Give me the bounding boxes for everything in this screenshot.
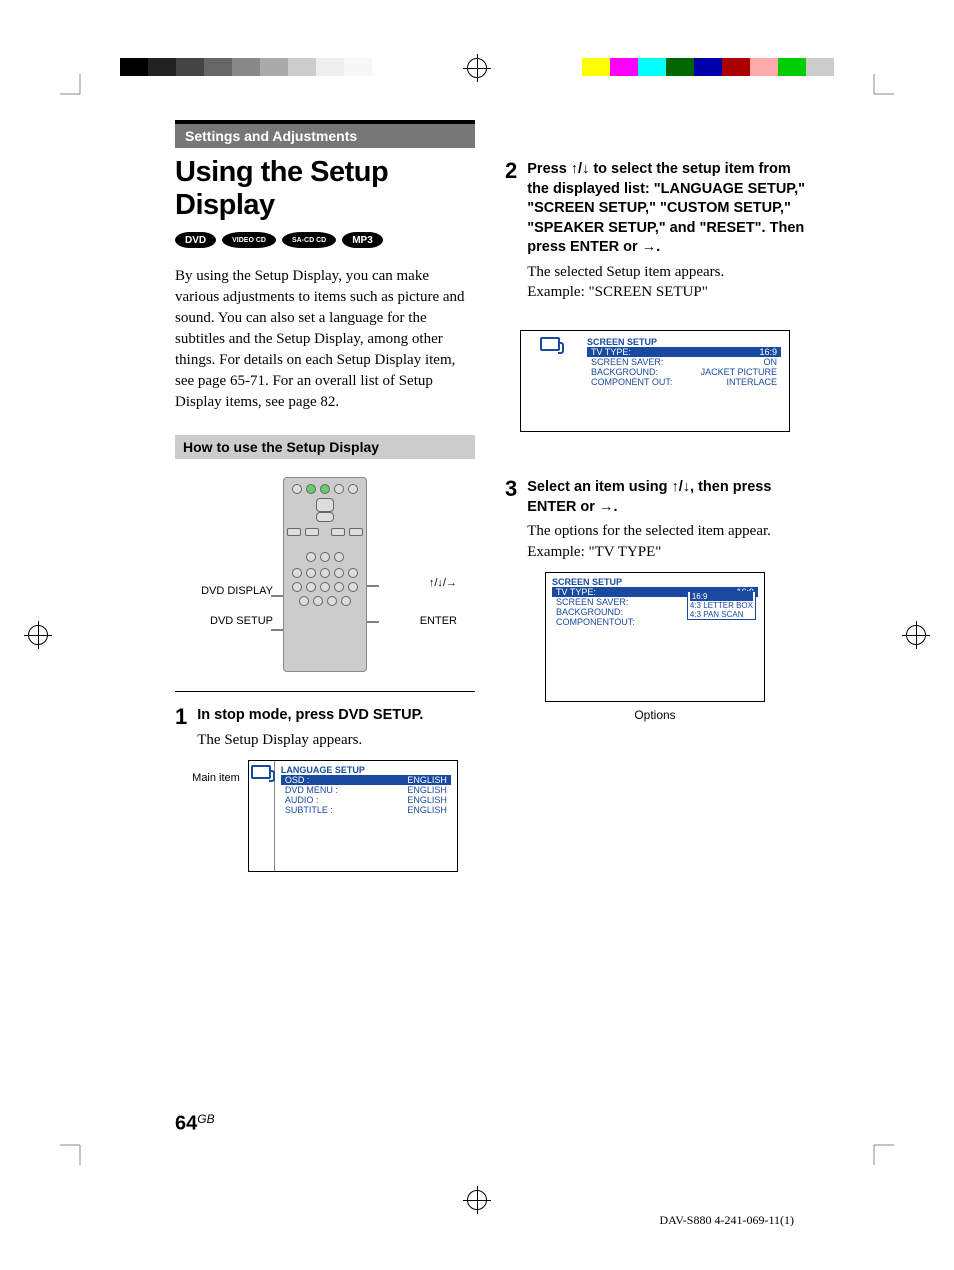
- page-number: 64GB: [175, 1112, 215, 1135]
- remote-label-enter: ENTER: [420, 615, 457, 627]
- badge-dvd: DVD: [175, 232, 216, 248]
- tv-icon: [540, 337, 560, 351]
- osd-side-label: Main item: [192, 760, 240, 785]
- osd-row: AUDIO :ENGLISH: [281, 795, 451, 805]
- osd-row: DVD MENU :ENGLISH: [281, 785, 451, 795]
- badge-videocd: VIDEO CD: [222, 232, 276, 248]
- registration-mark-bottom: [467, 1190, 487, 1210]
- page-title: Using the Setup Display: [175, 156, 475, 222]
- osd-row: COMPONENT OUT:INTERLACE: [587, 377, 781, 387]
- osd-row: BACKGROUND:JACKET PICTURE: [587, 367, 781, 377]
- step-3: 3 Select an item using ↑/↓, then press E…: [505, 478, 805, 562]
- tv-icon: [251, 765, 271, 779]
- right-column: 2 Press ↑/↓ to select the setup item fro…: [505, 120, 805, 878]
- registration-mark-top: [467, 58, 487, 78]
- osd-row: TV TYPE:16:9: [587, 347, 781, 357]
- intro-paragraph: By using the Setup Display, you can make…: [175, 266, 475, 413]
- footer-text: DAV-S880 4-241-069-11(1): [659, 1213, 794, 1228]
- step-number: 2: [505, 160, 517, 302]
- registration-mark-right: [906, 625, 926, 645]
- osd-screen-setup: SCREEN SETUP TV TYPE:16:9SCREEN SAVER:ON…: [505, 330, 805, 432]
- osd-language-setup: Main item LANGUAGE SETUP OSD :ENGLISHDVD…: [175, 760, 475, 872]
- badge-sacd: SA-CD CD: [282, 232, 336, 248]
- registration-mark-left: [28, 625, 48, 645]
- step-number: 3: [505, 478, 517, 562]
- remote-label-arrows: ↑/↓/→: [429, 577, 457, 589]
- step-number: 1: [175, 706, 187, 750]
- crop-mark: [864, 1135, 894, 1170]
- crop-mark: [60, 74, 90, 109]
- left-column: Settings and Adjustments Using the Setup…: [175, 120, 475, 878]
- section-header: Settings and Adjustments: [175, 120, 475, 148]
- osd-row: OSD :ENGLISH: [281, 775, 451, 785]
- color-bars-left: [120, 58, 372, 76]
- remote-diagram: DVD DISPLAY DVD SETUP ↑/↓/→ ENTER: [175, 477, 475, 677]
- step-heading: In stop mode, press DVD SETUP.: [197, 706, 475, 726]
- step-1: 1 In stop mode, press DVD SETUP. The Set…: [175, 706, 475, 750]
- badge-mp3: MP3: [342, 232, 383, 248]
- remote-label-dvd-display: DVD DISPLAY: [193, 585, 273, 597]
- step-heading: Select an item using ↑/↓, then press ENT…: [527, 478, 805, 517]
- remote-label-dvd-setup: DVD SETUP: [193, 615, 273, 627]
- options-caption: Options: [505, 708, 805, 722]
- step-example: Example: "SCREEN SETUP": [527, 282, 805, 302]
- step-2: 2 Press ↑/↓ to select the setup item fro…: [505, 160, 805, 302]
- osd-title: SCREEN SETUP: [552, 577, 758, 587]
- osd-row: SUBTITLE :ENGLISH: [281, 805, 451, 815]
- sub-heading: How to use the Setup Display: [175, 435, 475, 459]
- color-bars-right: [582, 58, 834, 76]
- step-text: The options for the selected item appear…: [527, 521, 805, 541]
- step-example: Example: "TV TYPE": [527, 542, 805, 562]
- step-heading: Press ↑/↓ to select the setup item from …: [527, 160, 805, 258]
- step-text: The Setup Display appears.: [197, 730, 475, 750]
- osd-options-popup: 16:94:3 LETTER BOX4:3 PAN SCAN: [687, 591, 756, 620]
- osd-title: SCREEN SETUP: [587, 337, 781, 347]
- osd-tv-type: SCREEN SETUP TV TYPE:16:9SCREEN SAVER:BA…: [505, 572, 805, 702]
- format-badges: DVD VIDEO CD SA-CD CD MP3: [175, 232, 475, 248]
- remote-control-icon: [283, 477, 367, 672]
- osd-row: SCREEN SAVER:ON: [587, 357, 781, 367]
- crop-mark: [60, 1135, 90, 1170]
- osd-title: LANGUAGE SETUP: [281, 765, 451, 775]
- crop-mark: [864, 74, 894, 109]
- step-text: The selected Setup item appears.: [527, 262, 805, 282]
